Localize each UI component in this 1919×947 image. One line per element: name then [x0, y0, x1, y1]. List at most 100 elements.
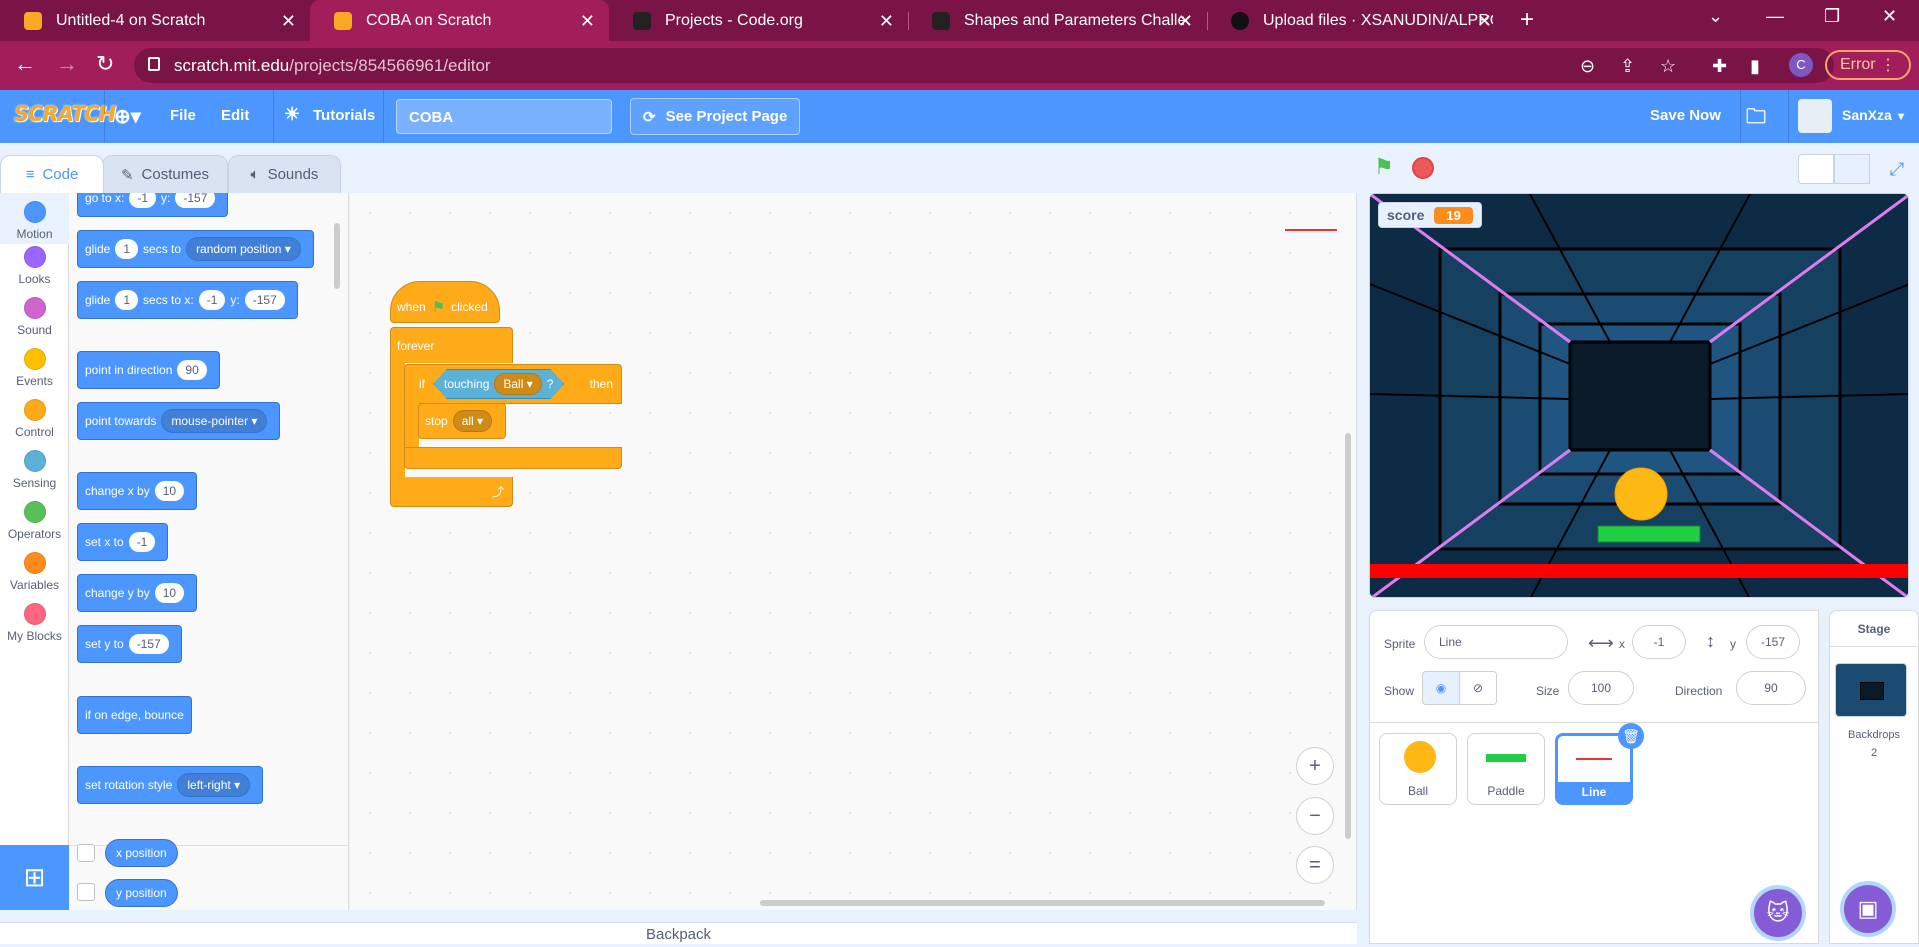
- y-input[interactable]: -157: [1746, 625, 1800, 659]
- glide-xy-block[interactable]: glide 1 secs to x: -1 y: -157: [77, 281, 298, 319]
- delete-sprite-trash-icon[interactable]: 🗑︎: [1618, 723, 1644, 749]
- minimize-icon[interactable]: —: [1766, 6, 1784, 27]
- browser-tab-shapes[interactable]: Shapes and Parameters Challeng ✕: [908, 0, 1208, 41]
- touching-block[interactable]: touching Ball?: [433, 369, 564, 399]
- block-input[interactable]: 10: [154, 583, 185, 603]
- backpack-bar[interactable]: Backpack: [0, 922, 1357, 944]
- share-icon[interactable]: ⇪: [1620, 56, 1635, 77]
- my-stuff-folder-icon[interactable]: 🗀: [1746, 102, 1766, 136]
- browser-tab-codeorg[interactable]: Projects - Code.org ✕: [609, 0, 909, 41]
- block-dropdown[interactable]: mouse-pointer: [161, 409, 268, 433]
- sprite-thumb-paddle[interactable]: Paddle: [1467, 733, 1545, 805]
- category-variables[interactable]: Variables: [0, 552, 69, 592]
- close-icon[interactable]: ✕: [879, 11, 894, 32]
- browser-tab-coba[interactable]: COBA on Scratch ✕: [310, 0, 609, 41]
- choose-sprite-button[interactable]: 🐱︎: [1750, 885, 1806, 941]
- large-stage-icon[interactable]: [1834, 154, 1870, 184]
- show-hidden-button[interactable]: ⊘: [1459, 671, 1497, 705]
- block-input[interactable]: -1: [198, 290, 226, 310]
- x-position-reporter[interactable]: x position: [105, 839, 178, 867]
- bounce-block[interactable]: if on edge, bounce: [77, 696, 192, 734]
- category-sensing[interactable]: Sensing: [0, 450, 69, 490]
- maximize-icon[interactable]: ❐: [1824, 6, 1840, 27]
- tutorials-button[interactable]: Tutorials: [313, 107, 375, 124]
- set-rotation-style-block[interactable]: set rotation style left-right: [77, 766, 264, 804]
- score-monitor[interactable]: score 19: [1378, 202, 1482, 228]
- block-input[interactable]: -1: [129, 193, 157, 208]
- zoom-out-icon[interactable]: ⊖: [1580, 56, 1595, 77]
- user-avatar[interactable]: [1798, 99, 1832, 133]
- bookmark-star-icon[interactable]: ☆: [1660, 56, 1676, 77]
- block-dropdown[interactable]: left-right: [177, 773, 251, 797]
- x-input[interactable]: -1: [1632, 625, 1686, 659]
- sprite-thumb-ball[interactable]: Ball: [1379, 733, 1457, 805]
- username[interactable]: SanXza: [1842, 107, 1892, 123]
- back-arrow-icon[interactable]: ←: [14, 51, 36, 77]
- touching-dropdown[interactable]: Ball: [494, 373, 541, 395]
- error-button[interactable]: Error ⋮: [1825, 50, 1911, 80]
- block-input[interactable]: -1: [128, 532, 156, 552]
- new-tab-plus-icon[interactable]: +: [1520, 6, 1534, 34]
- scratch-logo[interactable]: SCRATCH: [14, 102, 116, 126]
- block-input[interactable]: 90: [177, 360, 207, 380]
- close-icon[interactable]: ✕: [281, 11, 296, 32]
- category-my-blocks[interactable]: My Blocks: [0, 603, 69, 643]
- block-input[interactable]: 1: [115, 239, 139, 259]
- block-input[interactable]: -157: [128, 634, 169, 654]
- forward-arrow-icon[interactable]: →: [56, 51, 78, 77]
- close-icon[interactable]: ✕: [580, 11, 595, 32]
- direction-input[interactable]: 90: [1736, 671, 1806, 705]
- set-x-block[interactable]: set x to -1: [77, 523, 169, 561]
- change-y-block[interactable]: change y by 10: [77, 574, 198, 612]
- workspace-vertical-scrollbar[interactable]: [1345, 433, 1351, 839]
- y-position-checkbox[interactable]: [77, 883, 95, 901]
- workspace-horizontal-scrollbar[interactable]: [760, 900, 1325, 906]
- side-panel-icon[interactable]: ▮: [1750, 56, 1760, 77]
- point-in-direction-block[interactable]: point in direction 90: [77, 351, 220, 389]
- see-project-page-button[interactable]: ⟳ See Project Page: [630, 98, 800, 135]
- small-stage-icon[interactable]: [1798, 154, 1834, 184]
- category-sound[interactable]: Sound: [0, 297, 69, 337]
- block-dropdown[interactable]: random position: [186, 237, 301, 261]
- browser-tab-untitled[interactable]: Untitled-4 on Scratch ✕: [0, 0, 311, 41]
- category-motion[interactable]: Motion: [0, 193, 69, 244]
- palette-scrollbar[interactable]: [334, 223, 340, 289]
- show-visible-button[interactable]: ◉: [1422, 671, 1460, 705]
- set-y-block[interactable]: set y to -157: [77, 625, 182, 663]
- choose-backdrop-button[interactable]: ▣: [1840, 881, 1896, 937]
- close-icon[interactable]: ✕: [1178, 11, 1193, 32]
- browser-tab-github[interactable]: Upload files · XSANUDIN/ALPRO ✕: [1207, 0, 1506, 41]
- tab-search-chevron-icon[interactable]: ⌄: [1708, 6, 1723, 27]
- category-control[interactable]: Control: [0, 399, 69, 439]
- close-icon[interactable]: ✕: [1477, 11, 1492, 32]
- size-input[interactable]: 100: [1568, 671, 1634, 705]
- block-input[interactable]: 1: [115, 290, 139, 310]
- edit-menu[interactable]: Edit: [221, 107, 249, 124]
- account-caret-icon[interactable]: ▾: [1898, 109, 1904, 123]
- if-then-block[interactable]: if touching Ball? then: [404, 364, 622, 404]
- zoom-out-button[interactable]: −: [1296, 797, 1334, 835]
- stage-canvas[interactable]: score 19: [1369, 193, 1909, 598]
- extensions-puzzle-icon[interactable]: ✚: [1712, 56, 1727, 77]
- change-x-block[interactable]: change x by 10: [77, 472, 198, 510]
- stop-sign-icon[interactable]: [1412, 157, 1434, 179]
- block-input[interactable]: -157: [175, 193, 216, 208]
- when-flag-clicked-block[interactable]: when ⚑ clicked: [390, 281, 500, 323]
- stop-dropdown[interactable]: all: [452, 410, 493, 432]
- category-events[interactable]: Events: [0, 348, 69, 388]
- point-towards-block[interactable]: point towards mouse-pointer: [77, 402, 281, 440]
- category-looks[interactable]: Looks: [0, 246, 69, 286]
- window-close-icon[interactable]: ✕: [1882, 6, 1897, 27]
- fullscreen-icon[interactable]: ⤢: [1882, 154, 1912, 184]
- green-flag-icon[interactable]: ⚑: [1374, 154, 1394, 180]
- code-workspace[interactable]: when ⚑ clicked forever ⤴ if touching Ball…: [350, 193, 1357, 910]
- zoom-in-button[interactable]: +: [1296, 747, 1334, 785]
- stage-selector-panel[interactable]: Stage Backdrops 2 ▣: [1829, 610, 1919, 944]
- zoom-reset-button[interactable]: =: [1296, 846, 1334, 884]
- profile-avatar[interactable]: C: [1789, 53, 1813, 77]
- go-to-xy-block[interactable]: go to x: -1 y: -157: [77, 193, 229, 217]
- add-extension-button[interactable]: ⊞: [0, 845, 69, 910]
- block-input[interactable]: -157: [244, 290, 285, 310]
- project-title-input[interactable]: COBA: [396, 99, 612, 134]
- block-input[interactable]: 10: [154, 481, 185, 501]
